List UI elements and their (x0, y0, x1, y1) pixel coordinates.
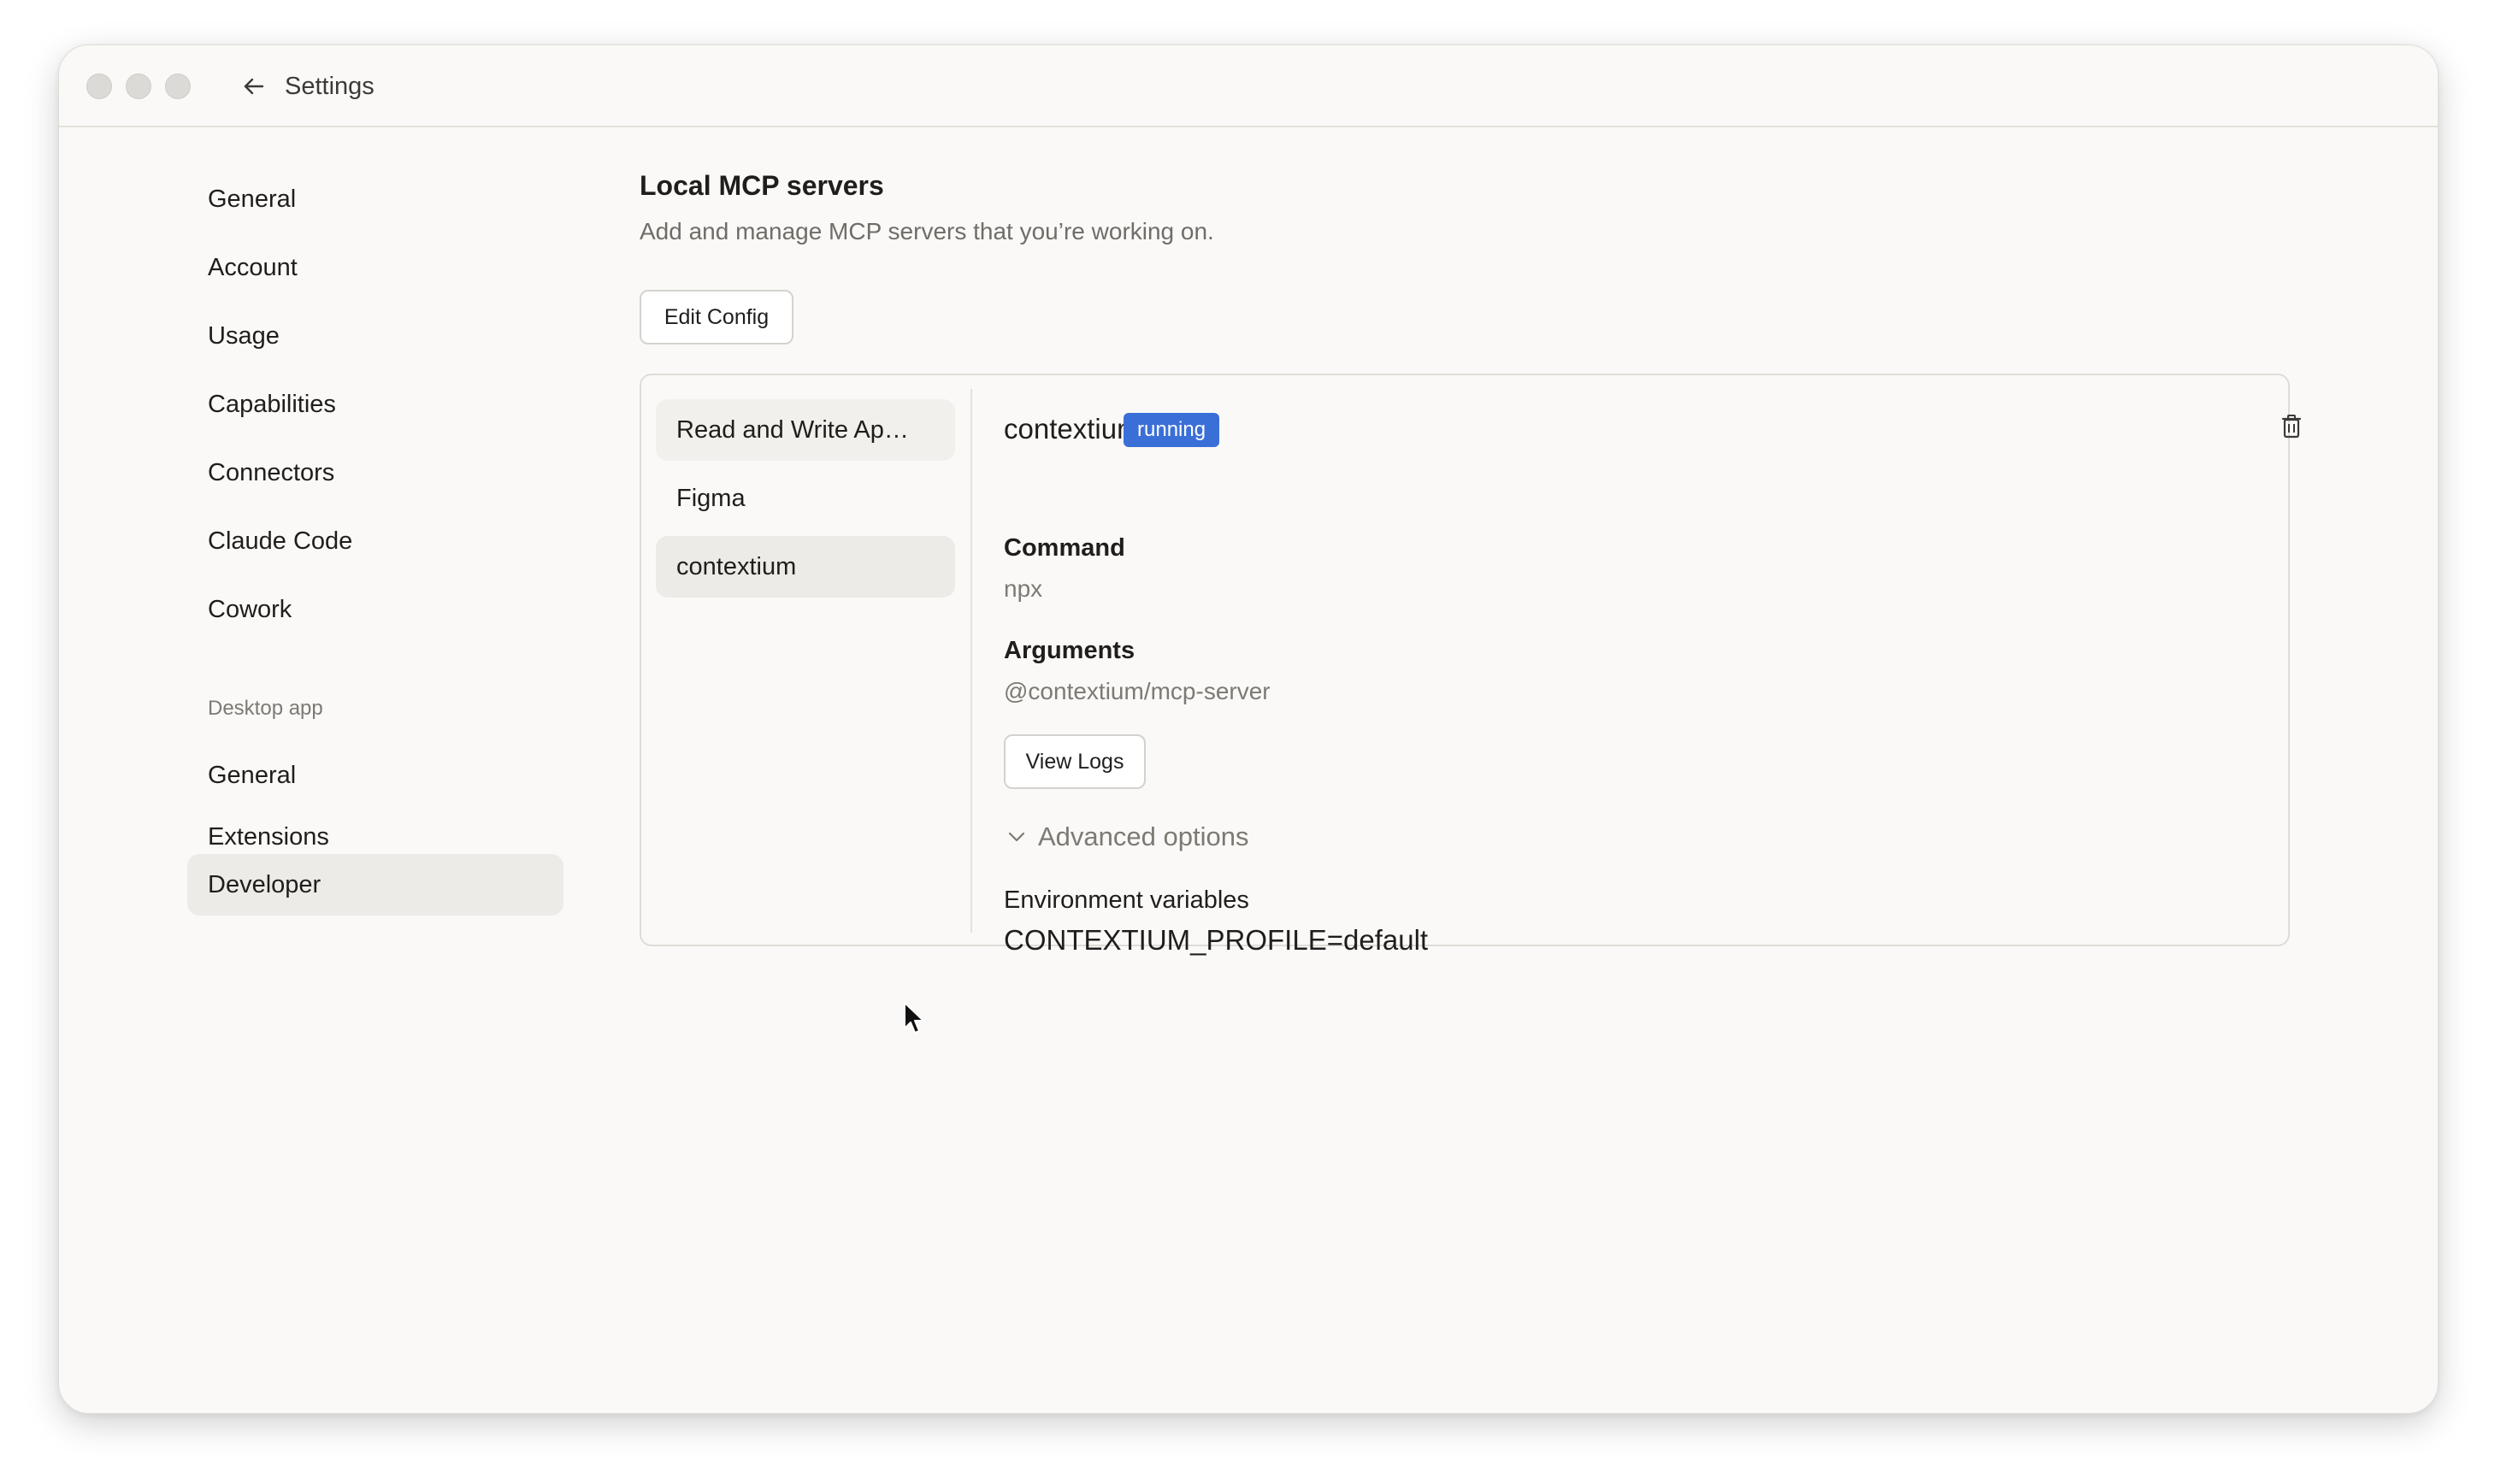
sidebar-item-usage[interactable]: Usage (187, 305, 563, 367)
sidebar-item-general[interactable]: General (187, 168, 563, 230)
settings-window: Settings General Account Usage Capabilit… (58, 44, 2439, 1414)
command-label: Command (1004, 534, 1125, 562)
sidebar-section-desktop-app: Desktop app (208, 697, 323, 720)
back-arrow-icon[interactable] (237, 69, 271, 103)
trash-icon[interactable] (2273, 408, 2310, 445)
server-name: contextium (1004, 413, 1141, 445)
title-bar: Settings (59, 45, 2438, 127)
sidebar-item-account[interactable]: Account (187, 237, 563, 298)
view-logs-button[interactable]: View Logs (1004, 734, 1146, 789)
command-value: npx (1004, 575, 1043, 602)
environment-variables-value: CONTEXTIUM_PROFILE=default (1004, 924, 1429, 956)
minimize-window-button[interactable] (126, 74, 151, 99)
server-item-contextium[interactable]: contextium (656, 536, 955, 598)
environment-variables-label: Environment variables (1004, 886, 1249, 914)
page-subtitle: Add and manage MCP servers that you’re w… (640, 218, 1214, 244)
sidebar-item-desktop-general[interactable]: General (187, 745, 563, 806)
edit-config-button[interactable]: Edit Config (640, 290, 793, 344)
panel-divider (970, 389, 972, 933)
server-item-read-and-write[interactable]: Read and Write Ap… (656, 399, 955, 461)
sidebar-item-capabilities[interactable]: Capabilities (187, 374, 563, 435)
chevron-down-icon (1004, 824, 1029, 850)
arguments-label: Arguments (1004, 637, 1135, 664)
arguments-value: @contextium/mcp-server (1004, 678, 1271, 704)
status-badge: running (1124, 413, 1220, 447)
close-window-button[interactable] (86, 74, 112, 99)
sidebar-item-cowork[interactable]: Cowork (187, 579, 563, 640)
sidebar-item-connectors[interactable]: Connectors (187, 442, 563, 504)
page-title: Local MCP servers (640, 170, 884, 201)
mouse-cursor-icon (902, 1001, 928, 1037)
mcp-servers-panel: Read and Write Ap… Figma contextium cont… (640, 374, 2302, 956)
sidebar-item-claude-code[interactable]: Claude Code (187, 510, 563, 572)
window-title: Settings (285, 73, 375, 100)
sidebar-item-developer[interactable]: Developer (187, 854, 563, 916)
server-item-figma[interactable]: Figma (656, 468, 955, 529)
advanced-options-toggle[interactable]: Advanced options (1004, 822, 1248, 852)
advanced-options-label: Advanced options (1038, 822, 1249, 851)
maximize-window-button[interactable] (165, 74, 191, 99)
